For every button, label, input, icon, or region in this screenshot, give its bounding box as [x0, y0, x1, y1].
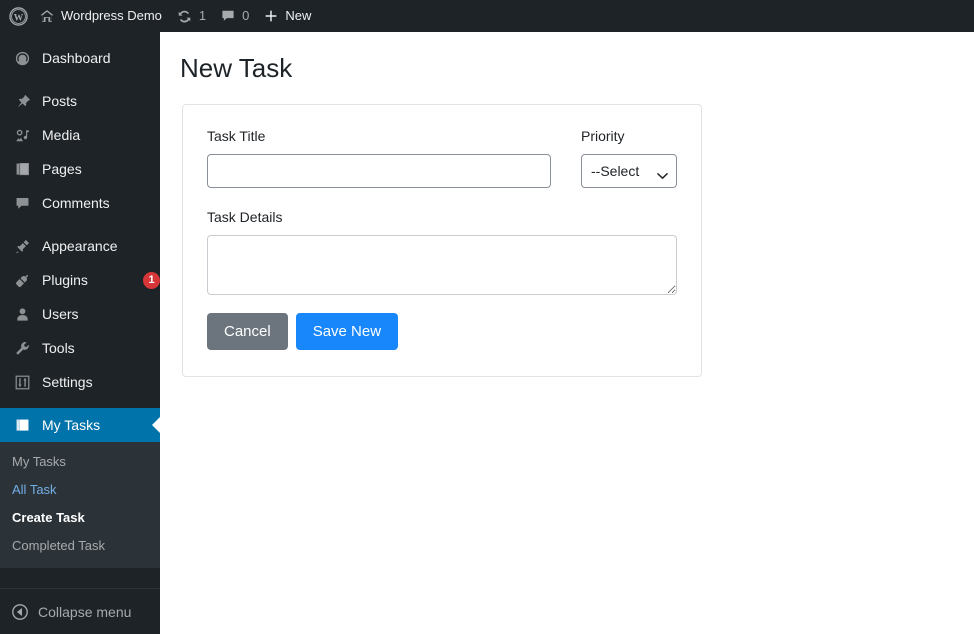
sidebar-item-label: Users	[42, 306, 79, 322]
sidebar-item-label: Media	[42, 127, 81, 143]
plus-icon	[263, 8, 279, 24]
new-content-button[interactable]: New	[257, 0, 319, 32]
sidebar-item-label: Plugins	[42, 272, 88, 288]
main-content: New Task Task Title Priority --Select Ta…	[160, 32, 974, 634]
sidebar-item-dashboard[interactable]: Dashboard	[0, 41, 160, 75]
submenu-item-completed-task[interactable]: Completed Task	[0, 532, 160, 560]
new-task-form-card: Task Title Priority --Select Task Detail…	[182, 104, 702, 377]
home-icon	[39, 8, 55, 24]
site-name-label: Wordpress Demo	[61, 8, 162, 23]
sidebar-item-label: Settings	[42, 374, 93, 390]
submenu-my-tasks: My Tasks All Task Create Task Completed …	[0, 442, 160, 568]
sidebar-item-label: My Tasks	[42, 417, 101, 433]
sidebar-item-plugins[interactable]: Plugins 1	[0, 263, 160, 297]
task-title-field-group: Task Title	[207, 127, 551, 188]
submenu-item-all-task[interactable]: All Task	[0, 476, 160, 504]
submenu-item-label: My Tasks	[12, 454, 66, 469]
sidebar-item-label: Appearance	[42, 238, 118, 254]
collapse-arrow-left-icon	[10, 602, 30, 622]
comment-bubble-icon	[220, 8, 236, 24]
submenu-item-create-task[interactable]: Create Task	[0, 504, 160, 532]
sidebar-spacer-top	[0, 32, 160, 41]
sidebar-item-label: Posts	[42, 93, 78, 109]
admin-bar: W Wordpress Demo 1 0 New	[0, 0, 974, 32]
comment-bubble-icon	[12, 193, 32, 213]
clipboard-icon	[12, 415, 32, 435]
save-new-button[interactable]: Save New	[295, 313, 399, 350]
priority-label: Priority	[581, 128, 625, 144]
sidebar-separator-1	[0, 75, 160, 84]
task-details-field-group: Task Details	[207, 208, 677, 295]
sidebar-item-label: Pages	[42, 161, 82, 177]
priority-select[interactable]: --Select	[581, 154, 677, 188]
form-actions: Cancel Save New	[207, 313, 677, 350]
svg-text:W: W	[14, 13, 24, 23]
sidebar-separator-3	[0, 399, 160, 408]
submenu-item-label: Create Task	[12, 510, 85, 525]
sidebar-item-my-tasks[interactable]: My Tasks	[0, 408, 160, 442]
sidebar-item-media[interactable]: Media	[0, 118, 160, 152]
sidebar-item-comments[interactable]: Comments	[0, 186, 160, 220]
collapse-menu-label: Collapse menu	[38, 603, 132, 620]
dashboard-gauge-icon	[12, 48, 32, 68]
sidebar-item-users[interactable]: Users	[0, 297, 160, 331]
admin-sidebar: Dashboard Posts Media Pages Comments App…	[0, 32, 160, 634]
sidebar-item-posts[interactable]: Posts	[0, 84, 160, 118]
comments-count: 0	[242, 8, 250, 23]
task-title-input[interactable]	[207, 154, 551, 188]
priority-field-group: Priority --Select	[581, 127, 677, 188]
media-icon	[12, 125, 32, 145]
updates-count: 1	[198, 8, 207, 23]
wordpress-logo-button[interactable]: W	[0, 0, 37, 32]
task-details-label: Task Details	[207, 209, 283, 225]
sidebar-item-settings[interactable]: Settings	[0, 365, 160, 399]
sidebar-item-label: Tools	[42, 340, 75, 356]
sidebar-item-appearance[interactable]: Appearance	[0, 229, 160, 263]
plug-icon	[12, 270, 32, 290]
page-title: New Task	[180, 53, 293, 83]
sidebar-item-label: Comments	[42, 195, 110, 211]
updates-button[interactable]: 1	[172, 0, 214, 32]
task-title-label: Task Title	[207, 128, 266, 144]
title-priority-row: Task Title Priority --Select	[207, 127, 677, 188]
site-name-button[interactable]: Wordpress Demo	[37, 0, 172, 32]
submenu-item-label: Completed Task	[12, 538, 105, 553]
pin-icon	[12, 91, 32, 111]
update-arrows-icon	[176, 8, 193, 25]
new-content-label: New	[285, 8, 312, 23]
submenu-item-label: All Task	[12, 482, 57, 497]
sliders-icon	[12, 372, 32, 392]
cancel-button[interactable]: Cancel	[207, 313, 288, 350]
sidebar-item-tools[interactable]: Tools	[0, 331, 160, 365]
collapse-menu-button[interactable]: Collapse menu	[0, 588, 160, 634]
paintbrush-icon	[12, 236, 32, 256]
comments-button[interactable]: 0	[214, 0, 257, 32]
priority-select-wrap: --Select	[581, 154, 677, 188]
user-icon	[12, 304, 32, 324]
plugins-update-badge: 1	[143, 271, 160, 289]
sidebar-item-pages[interactable]: Pages	[0, 152, 160, 186]
task-details-textarea[interactable]	[207, 235, 677, 295]
wordpress-logo-icon: W	[9, 6, 28, 26]
sidebar-item-label: Dashboard	[42, 50, 111, 66]
wrench-icon	[12, 338, 32, 358]
pages-icon	[12, 159, 32, 179]
submenu-item-my-tasks[interactable]: My Tasks	[0, 448, 160, 476]
sidebar-separator-2	[0, 220, 160, 229]
